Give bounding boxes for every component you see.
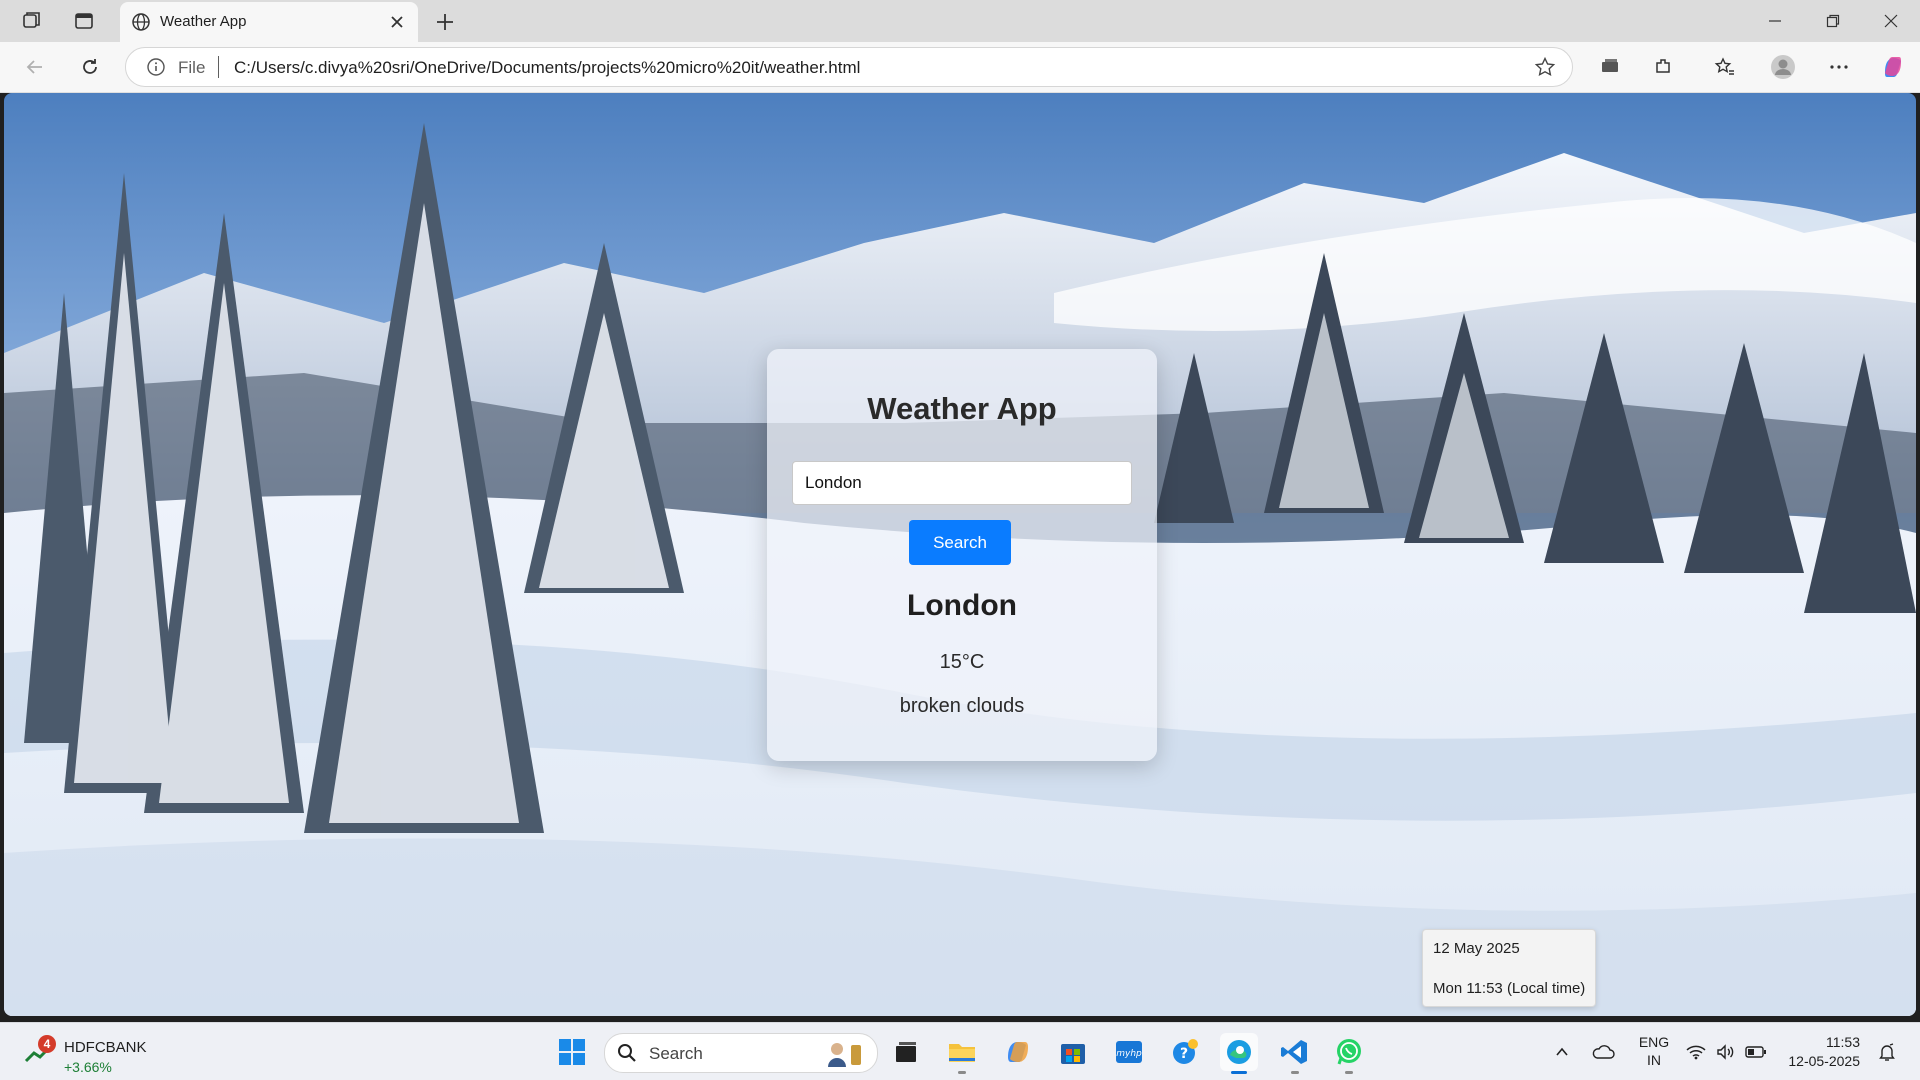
taskbar-app-help[interactable]: ? [1166, 1033, 1204, 1071]
city-search-input[interactable] [792, 461, 1132, 505]
search-highlight-icon [828, 1043, 861, 1067]
task-view-icon [896, 1042, 916, 1062]
address-toolbar: File C:/Users/c.divya%20sri/OneDrive/Doc… [0, 42, 1920, 93]
wifi-icon[interactable] [1684, 1033, 1708, 1071]
stock-badge: 4 [38, 1035, 56, 1053]
stock-change: +3.66% [64, 1059, 112, 1075]
workspaces-icon[interactable] [20, 9, 44, 33]
myhp-icon: myhp [1116, 1041, 1142, 1063]
input-language[interactable]: ENG IN [1636, 1033, 1672, 1069]
popup-date: 12 May 2025 [1433, 940, 1520, 957]
taskbar-search-label: Search [649, 1044, 703, 1063]
tab-title: Weather App [160, 13, 247, 30]
running-indicator [1291, 1071, 1299, 1074]
info-icon[interactable] [146, 57, 166, 77]
language-region: IN [1647, 1052, 1661, 1068]
extensions-icon[interactable] [1651, 54, 1677, 80]
folder-icon [949, 1044, 975, 1062]
language-code: ENG [1638, 1034, 1670, 1050]
start-button[interactable] [553, 1033, 591, 1071]
url-scheme: File [178, 58, 206, 77]
svg-text:myhp: myhp [1116, 1049, 1142, 1059]
close-window-icon[interactable] [1868, 8, 1914, 34]
date-time-popup: 12 May 2025 Mon 11:53 (Local time) [1422, 929, 1596, 1007]
clock-date: 12-05-2025 [1788, 1053, 1860, 1069]
refresh-icon[interactable] [77, 54, 103, 80]
restore-icon[interactable] [1810, 8, 1856, 34]
app-title: Weather App [867, 391, 1057, 426]
taskbar-app-file-explorer[interactable] [943, 1033, 981, 1074]
running-indicator [958, 1071, 966, 1074]
edge-icon [1227, 1040, 1251, 1064]
result-description: broken clouds [899, 695, 1025, 717]
globe-icon [132, 13, 150, 31]
page-viewport: Weather App Search London 15°C broken cl… [4, 93, 1916, 1016]
more-options-icon[interactable] [1826, 54, 1852, 80]
tab-actions-icon[interactable] [72, 9, 96, 33]
weather-card: Weather App Search London 15°C broken cl… [767, 349, 1157, 761]
new-tab-icon[interactable] [432, 9, 458, 35]
store-icon [1061, 1044, 1085, 1064]
notification-bell-icon[interactable] [1874, 1033, 1900, 1071]
taskbar-search[interactable]: Search [604, 1033, 878, 1073]
read-aloud-icon[interactable] [1597, 54, 1623, 80]
taskbar-app-edge[interactable] [1220, 1033, 1258, 1074]
clock-time: 11:53 [1826, 1034, 1860, 1050]
search-button[interactable]: Search [909, 520, 1011, 565]
copilot-icon[interactable] [1880, 54, 1906, 80]
result-city-name: London [907, 589, 1017, 622]
favorites-icon[interactable] [1712, 54, 1738, 80]
address-bar[interactable]: File C:/Users/c.divya%20sri/OneDrive/Doc… [125, 47, 1573, 87]
taskbar-app-store[interactable] [1054, 1033, 1092, 1071]
taskbar-app-whatsapp[interactable] [1330, 1033, 1368, 1074]
battery-icon[interactable] [1744, 1033, 1768, 1071]
taskbar: 4 HDFCBANK +3.66% Search myhp ? ENG IN 1… [0, 1022, 1920, 1080]
taskbar-app-vscode[interactable] [1276, 1033, 1314, 1074]
vscode-icon [1281, 1040, 1307, 1064]
running-indicator [1345, 1071, 1353, 1074]
back-arrow-icon[interactable] [22, 54, 48, 80]
copilot-app-icon [1008, 1042, 1028, 1062]
taskbar-app-myhp[interactable]: myhp [1110, 1033, 1148, 1071]
volume-icon[interactable] [1714, 1033, 1738, 1071]
stock-name: HDFCBANK [64, 1039, 147, 1056]
minimize-icon[interactable] [1752, 8, 1798, 34]
onedrive-cloud-icon[interactable] [1590, 1033, 1616, 1071]
taskbar-clock[interactable]: 11:53 12-05-2025 [1770, 1033, 1860, 1071]
stock-widget[interactable]: 4 HDFCBANK +3.66% [24, 1031, 164, 1075]
tab-bar: Weather App [0, 0, 1920, 42]
help-icon: ? [1173, 1039, 1198, 1064]
search-icon [618, 1044, 636, 1062]
favorite-star-icon[interactable] [1534, 56, 1556, 78]
popup-local-time: Mon 11:53 (Local time) [1433, 980, 1586, 997]
svg-text:?: ? [1180, 1046, 1188, 1062]
whatsapp-icon [1337, 1039, 1361, 1065]
tab-weather-app[interactable]: Weather App [120, 2, 418, 42]
show-hidden-icons-chevron-icon[interactable] [1550, 1033, 1574, 1071]
result-temperature: 15°C [939, 651, 985, 673]
profile-avatar[interactable] [1770, 54, 1796, 80]
url-text[interactable]: C:/Users/c.divya%20sri/OneDrive/Document… [234, 58, 860, 78]
url-separator [218, 56, 219, 78]
active-indicator [1231, 1071, 1247, 1074]
windows-logo-icon [559, 1039, 585, 1065]
taskbar-app-copilot[interactable] [999, 1033, 1037, 1071]
task-view-button[interactable] [887, 1033, 925, 1071]
close-tab-icon[interactable] [386, 11, 408, 33]
